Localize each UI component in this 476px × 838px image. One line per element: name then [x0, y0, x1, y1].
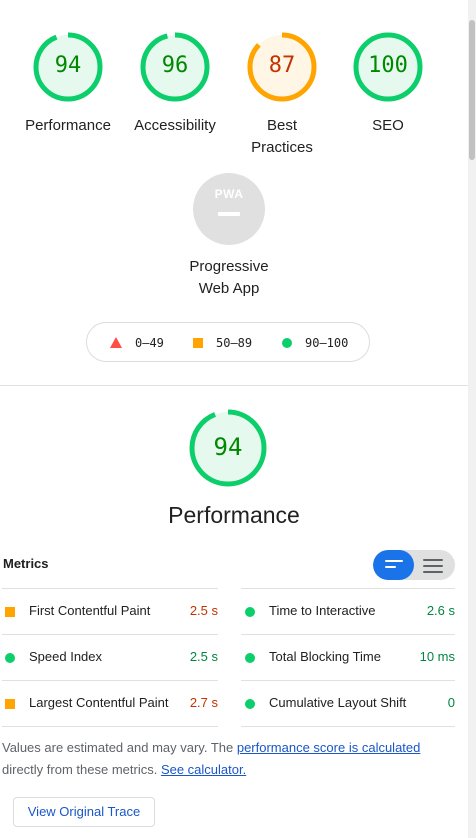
- metric-name: Cumulative Layout Shift: [269, 695, 407, 710]
- best-practices-label: Best Practices: [232, 115, 332, 159]
- metric-first-contentful-paint: First Contentful Paint 2.5 s: [2, 588, 218, 634]
- average-square-icon: [193, 338, 203, 348]
- pwa-label-line1: Progressive: [189, 258, 269, 275]
- metrics-disclaimer: Values are estimated and may vary. The p…: [2, 737, 457, 781]
- gauge-best-practices[interactable]: 87 Best Practices: [232, 31, 332, 161]
- metric-name: First Contentful Paint: [29, 603, 151, 618]
- see-calculator-link[interactable]: See calculator.: [161, 762, 246, 777]
- legend-average-range: 50–89: [216, 336, 253, 350]
- compact-view-button[interactable]: [373, 550, 414, 580]
- gauge-seo[interactable]: 100 SEO: [338, 31, 438, 161]
- performance-label: Performance: [25, 117, 111, 134]
- metric-speed-index: Speed Index 2.5 s: [2, 634, 218, 680]
- disclaimer-text-1: Values are estimated and may vary. The: [2, 740, 237, 755]
- pwa-label[interactable]: Progressive Web App: [148, 256, 310, 300]
- metric-time-to-interactive: Time to Interactive 2.6 s: [241, 588, 455, 634]
- pwa-badge-text: PWA: [214, 187, 244, 201]
- metrics-view-toggle[interactable]: [373, 550, 455, 580]
- gauge-accessibility[interactable]: 96 Accessibility: [125, 31, 225, 161]
- metric-value: 10 ms: [419, 649, 455, 664]
- pwa-badge-icon[interactable]: PWA: [193, 173, 265, 245]
- metrics-left-bottom-border: [2, 726, 218, 727]
- expanded-view-icon[interactable]: [423, 559, 443, 577]
- performance-score-calculated-link[interactable]: performance score is calculated: [237, 740, 421, 755]
- average-square-icon: [5, 607, 15, 617]
- scrollbar[interactable]: [468, 0, 476, 838]
- metric-name: Total Blocking Time: [269, 649, 381, 664]
- disclaimer-text-2: directly from these metrics.: [2, 762, 161, 777]
- seo-score: 100: [368, 53, 408, 78]
- performance-section-title: Performance: [168, 502, 300, 528]
- compact-view-icon: [385, 560, 403, 572]
- pass-circle-icon: [245, 607, 255, 617]
- metrics-heading: Metrics: [3, 556, 49, 571]
- pass-circle-icon: [282, 338, 292, 348]
- metric-name: Largest Contentful Paint: [29, 695, 169, 710]
- performance-main-score: 94: [213, 433, 243, 461]
- metric-value: 0: [447, 695, 455, 710]
- pass-circle-icon: [245, 653, 255, 663]
- score-scale-legend: 0–49 50–89 90–100: [86, 322, 370, 362]
- metric-value: 2.7 s: [189, 695, 218, 710]
- pass-circle-icon: [245, 699, 255, 709]
- performance-score: 94: [54, 53, 82, 78]
- pass-circle-icon: [5, 653, 15, 663]
- pwa-dash-icon: [218, 212, 240, 216]
- metric-value: 2.5 s: [189, 603, 218, 618]
- legend-fail-range: 0–49: [135, 336, 164, 350]
- metrics-right-bottom-border: [241, 726, 455, 727]
- metric-value: 2.6 s: [426, 603, 455, 618]
- seo-label: SEO: [372, 117, 404, 134]
- best-practices-label-line2: Practices: [251, 139, 313, 156]
- metric-total-blocking-time: Total Blocking Time 10 ms: [241, 634, 455, 680]
- accessibility-label: Accessibility: [134, 117, 216, 134]
- average-square-icon: [5, 699, 15, 709]
- metric-cumulative-layout-shift: Cumulative Layout Shift 0: [241, 680, 455, 726]
- pwa-label-line2: Web App: [198, 280, 260, 297]
- best-practices-label-line1: Best: [266, 117, 297, 134]
- gauge-performance[interactable]: 94 Performance: [18, 31, 118, 161]
- legend-pass-range: 90–100: [305, 336, 349, 350]
- view-original-trace-button[interactable]: View Original Trace: [13, 797, 155, 827]
- metric-name: Time to Interactive: [269, 603, 376, 618]
- scrollbar-thumb[interactable]: [469, 20, 475, 160]
- fail-triangle-icon: [110, 337, 122, 348]
- accessibility-score: 96: [161, 53, 189, 78]
- metric-value: 2.5 s: [189, 649, 218, 664]
- metric-largest-contentful-paint: Largest Contentful Paint 2.7 s: [2, 680, 218, 726]
- performance-main-gauge: 94: [178, 408, 278, 488]
- best-practices-score: 87: [268, 53, 296, 78]
- section-divider: [0, 385, 468, 386]
- metric-name: Speed Index: [29, 649, 103, 664]
